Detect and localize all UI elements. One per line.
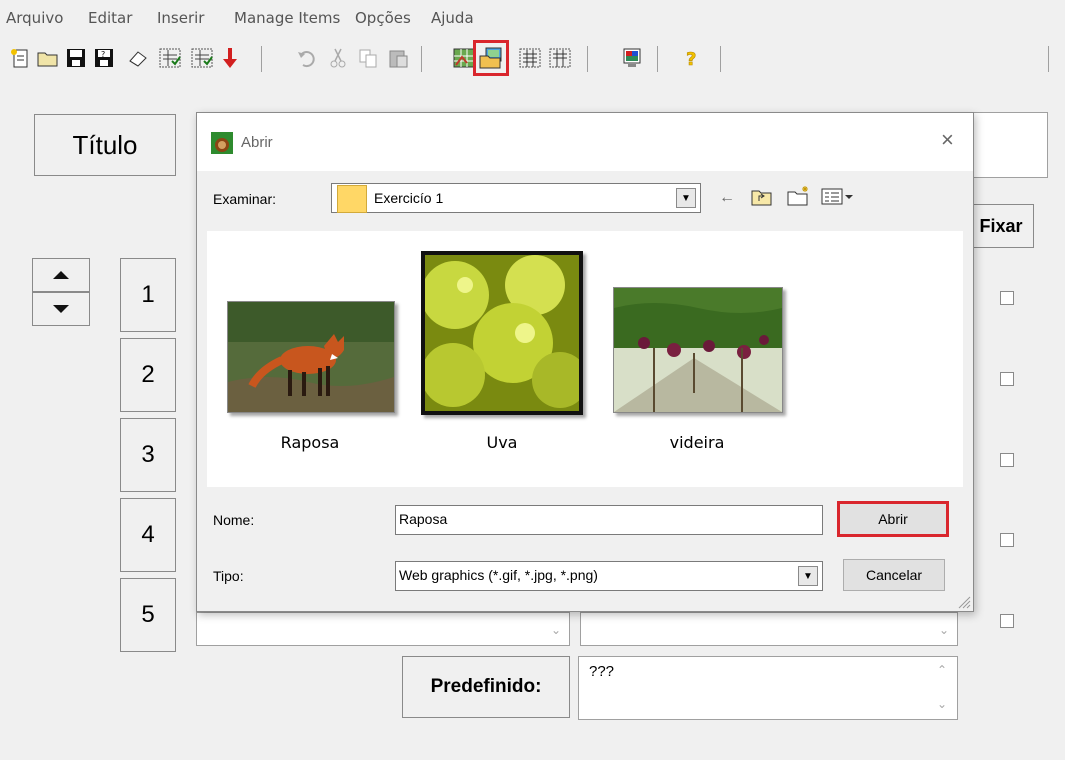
app-icon <box>211 132 233 154</box>
file-name-raposa[interactable]: Raposa <box>227 433 393 452</box>
fix-checkbox-3[interactable] <box>1000 453 1014 467</box>
move-down-button[interactable] <box>32 292 90 326</box>
file-list: Raposa Uva videira <box>207 231 963 487</box>
fox-image <box>227 301 395 413</box>
fix-button[interactable]: Fixar <box>968 204 1034 248</box>
open-button[interactable]: Abrir <box>837 501 949 537</box>
chevron-down-icon: ⌄ <box>938 623 949 637</box>
menu-ajuda[interactable]: Ajuda <box>431 9 474 27</box>
view-menu-icon[interactable] <box>821 187 855 212</box>
title-button[interactable]: Título <box>34 114 176 176</box>
fix-checkbox-5[interactable] <box>1000 614 1014 628</box>
dialog-title: Abrir <box>241 134 273 151</box>
check-web-icon[interactable] <box>156 44 184 72</box>
cancel-button[interactable]: Cancelar <box>843 559 945 591</box>
eraser-icon[interactable] <box>124 44 152 72</box>
folder-select[interactable]: Exercicío 1 ▼ <box>331 183 701 213</box>
preset-textarea[interactable]: ??? ⌃ ⌄ <box>578 656 958 720</box>
toolbar-separator <box>587 46 588 72</box>
file-name-uva[interactable]: Uva <box>421 433 583 452</box>
type-label: Tipo: <box>213 568 244 584</box>
row-button-2[interactable]: 2 <box>120 338 176 412</box>
dialog-titlebar: Abrir × <box>197 113 973 171</box>
chevron-down-icon[interactable]: ▼ <box>798 566 818 586</box>
vineyard-image <box>613 287 783 413</box>
help-icon[interactable]: ? <box>678 44 706 72</box>
save-icon[interactable] <box>62 44 90 72</box>
cut-icon[interactable] <box>324 44 352 72</box>
scroll-up-icon[interactable]: ⌃ <box>937 663 947 677</box>
toolbar-separator <box>261 46 262 72</box>
paste-icon[interactable] <box>384 44 412 72</box>
folder-icon <box>337 185 367 213</box>
name-input[interactable]: Raposa <box>395 505 823 535</box>
svg-text:?: ? <box>101 50 105 59</box>
type-value: Web graphics (*.gif, *.jpg, *.png) <box>399 567 598 583</box>
row-5-combo-right[interactable]: ⌄ <box>580 612 958 646</box>
fix-checkbox-2[interactable] <box>1000 372 1014 386</box>
menu-manage-items[interactable]: Manage Items <box>234 9 340 27</box>
type-select[interactable]: Web graphics (*.gif, *.jpg, *.png) ▼ <box>395 561 823 591</box>
toolbar-separator <box>720 46 721 72</box>
menu-editar[interactable]: Editar <box>88 9 132 27</box>
file-item-videira[interactable] <box>613 287 783 413</box>
svg-text:?: ? <box>686 49 696 70</box>
file-name-videira[interactable]: videira <box>613 433 781 452</box>
grapes-image <box>421 251 583 415</box>
insert-down-icon[interactable] <box>216 44 244 72</box>
chevron-down-icon[interactable]: ▼ <box>676 188 696 208</box>
file-item-uva[interactable] <box>421 251 583 415</box>
web-grid-2-icon[interactable] <box>546 44 574 72</box>
row-button-1[interactable]: 1 <box>120 258 176 332</box>
open-image-icon[interactable] <box>473 40 509 76</box>
toolbar-separator <box>657 46 658 72</box>
menu-inserir[interactable]: Inserir <box>157 9 204 27</box>
menu-opcoes[interactable]: Opções <box>355 9 411 27</box>
browse-label: Examinar: <box>213 191 277 207</box>
toolbar-separator <box>421 46 422 72</box>
new-folder-icon[interactable] <box>787 185 811 212</box>
row-button-5[interactable]: 5 <box>120 578 176 652</box>
folder-name: Exercicío 1 <box>374 190 444 206</box>
fix-checkbox-4[interactable] <box>1000 533 1014 547</box>
menu-arquivo[interactable]: Arquivo <box>6 9 63 27</box>
close-icon[interactable]: × <box>941 127 954 153</box>
toolbar-separator <box>1048 46 1049 72</box>
name-value: Raposa <box>399 511 448 527</box>
back-arrow-icon[interactable]: ← <box>719 189 735 207</box>
web-grid-icon[interactable] <box>516 44 544 72</box>
undo-icon[interactable] <box>292 44 320 72</box>
preset-value: ??? <box>589 663 615 680</box>
scroll-down-icon[interactable]: ⌄ <box>937 697 947 711</box>
file-item-raposa[interactable] <box>227 301 395 413</box>
row-5-combo-left[interactable]: ⌄ <box>196 612 570 646</box>
save-as-icon[interactable]: ? <box>90 44 118 72</box>
open-folder-icon[interactable] <box>34 44 62 72</box>
preset-button[interactable]: Predefinido: <box>402 656 570 718</box>
chevron-down-icon: ⌄ <box>550 623 561 637</box>
image-monitor-icon[interactable] <box>618 44 646 72</box>
name-label: Nome: <box>213 512 255 528</box>
fix-checkbox-1[interactable] <box>1000 291 1014 305</box>
move-up-button[interactable] <box>32 258 90 292</box>
row-button-4[interactable]: 4 <box>120 498 176 572</box>
copy-icon[interactable] <box>354 44 382 72</box>
row-button-3[interactable]: 3 <box>120 418 176 492</box>
new-file-icon[interactable] <box>6 44 34 72</box>
check-web-2-icon[interactable] <box>188 44 216 72</box>
resize-grip-icon[interactable] <box>955 593 971 609</box>
menu-bar: Arquivo Editar Inserir Manage Items Opçõ… <box>0 0 1065 36</box>
up-folder-icon[interactable] <box>751 187 773 212</box>
open-dialog: Abrir × Examinar: Exercicío 1 ▼ ← Raposa… <box>196 112 974 612</box>
